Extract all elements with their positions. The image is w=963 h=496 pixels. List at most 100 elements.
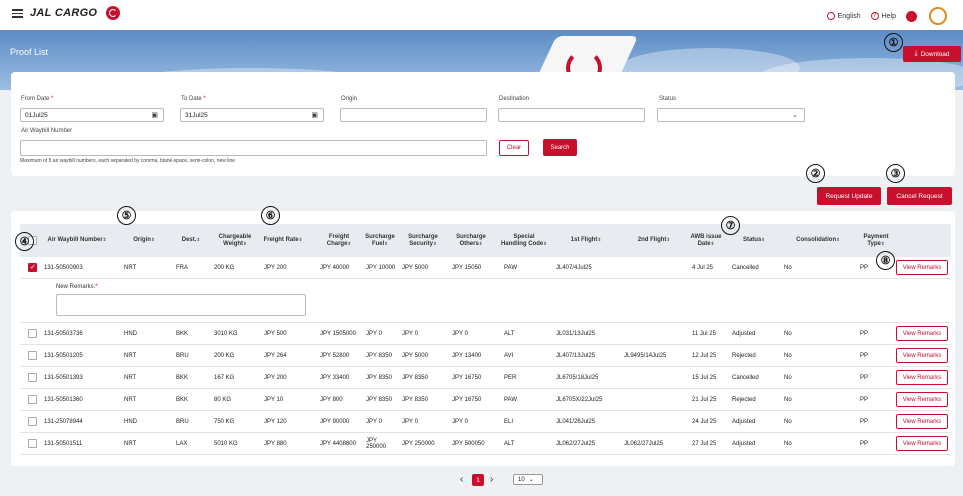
- current-page-button[interactable]: 1: [472, 474, 484, 486]
- sort-icon[interactable]: ⇕: [836, 237, 840, 242]
- new-remarks-input[interactable]: [56, 294, 306, 316]
- column-header[interactable]: Chargeable Weight⇕: [210, 224, 260, 257]
- column-header[interactable]: 2nd Flight⇕: [620, 224, 688, 257]
- sort-icon[interactable]: ⇕: [103, 237, 107, 242]
- view-remarks-button[interactable]: View Remarks: [896, 392, 948, 407]
- table-cell: Cancelled: [732, 375, 759, 381]
- clear-button[interactable]: Clear: [499, 140, 529, 156]
- table-cell: FRA: [176, 265, 188, 271]
- column-header[interactable]: Freight Rate⇕: [260, 224, 306, 257]
- next-page-button[interactable]: ›: [490, 473, 493, 487]
- view-remarks-button[interactable]: View Remarks: [896, 414, 948, 429]
- from-date-input[interactable]: 01Jul25 ▣: [20, 108, 164, 122]
- table-cell: JPY 200: [264, 375, 287, 381]
- user-avatar[interactable]: [929, 7, 947, 25]
- cancel-request-button[interactable]: Cancel Request: [887, 187, 952, 205]
- chevron-down-icon: ⌄: [792, 112, 798, 119]
- row-checkbox[interactable]: [28, 263, 37, 272]
- view-remarks-button[interactable]: View Remarks: [896, 260, 948, 275]
- sort-icon[interactable]: ⇕: [243, 241, 247, 246]
- hamburger-menu-icon[interactable]: [12, 9, 23, 18]
- view-remarks-button[interactable]: View Remarks: [896, 348, 948, 363]
- sort-icon[interactable]: ⇕: [151, 237, 155, 242]
- table-cell: ELI: [504, 419, 514, 425]
- table-cell: 131-50501205: [44, 353, 83, 359]
- calendar-icon[interactable]: ▣: [311, 111, 318, 119]
- to-date-input[interactable]: 31Jul25 ▣: [180, 108, 324, 122]
- view-remarks-button[interactable]: View Remarks: [896, 436, 948, 451]
- table-cell: ALT: [504, 441, 515, 447]
- column-header[interactable]: Special Handling Code⇕: [500, 224, 548, 257]
- prev-page-button[interactable]: ‹: [460, 473, 463, 487]
- table-row: 131-50501511 NRT LAX 5010 KG JPY 880 JPY 4408…: [20, 433, 951, 455]
- column-header-label: 2nd Flight⇕: [637, 237, 671, 244]
- sort-icon[interactable]: ⇕: [543, 241, 547, 246]
- column-header[interactable]: Consolidation⇕: [780, 224, 856, 257]
- language-selector[interactable]: English: [826, 12, 861, 20]
- column-header[interactable]: Freight Charge⇕: [316, 224, 362, 257]
- sort-icon[interactable]: ⇕: [433, 241, 437, 246]
- table-cell: No: [784, 419, 792, 425]
- request-update-button[interactable]: Request Update: [817, 187, 881, 205]
- awb-number-input[interactable]: [20, 140, 487, 156]
- jal-cargo-logo[interactable]: JAL CARGO: [30, 7, 97, 19]
- table-row: 131-50501205 NRT BRU 200 KG JPY 264 JPY 52800…: [20, 345, 951, 367]
- row-checkbox[interactable]: [28, 329, 37, 338]
- sort-icon[interactable]: ⇕: [299, 237, 303, 242]
- to-date-value: 31Jul25: [185, 112, 208, 119]
- column-header[interactable]: Surcharge Security⇕: [398, 224, 448, 257]
- table-cell: JPY 250000: [402, 441, 435, 447]
- table-header: Air Waybill Number⇕ Origin⇕ Dest.⇕ Chargeab…: [20, 224, 951, 257]
- sort-icon[interactable]: ⇕: [881, 241, 885, 246]
- sort-icon[interactable]: ⇕: [666, 237, 670, 242]
- language-label: English: [837, 12, 861, 20]
- table-cell: JL031/13Jul25: [556, 331, 596, 337]
- table-cell: JPY 16750: [452, 375, 482, 381]
- column-header[interactable]: Surcharge Fuel⇕: [362, 224, 398, 257]
- row-checkbox[interactable]: [28, 395, 37, 404]
- sort-icon[interactable]: ⇕: [347, 241, 351, 246]
- sort-icon[interactable]: ⇕: [597, 237, 601, 242]
- table-cell: Rejected: [732, 397, 756, 403]
- destination-input[interactable]: [498, 108, 645, 122]
- table-cell: JPY 120: [264, 419, 287, 425]
- row-checkbox[interactable]: [28, 417, 37, 426]
- column-header[interactable]: 1st Flight⇕: [552, 224, 620, 257]
- new-remarks-label: New Remarks:*: [56, 284, 98, 290]
- table-cell: PP: [860, 375, 869, 381]
- origin-input[interactable]: [340, 108, 487, 122]
- table-cell: Adjusted: [732, 441, 756, 447]
- column-header[interactable]: Surcharge Others⇕: [448, 224, 494, 257]
- page-size-select[interactable]: 10 ⌄: [513, 474, 543, 485]
- table-cell: 27 Jul 25: [692, 441, 717, 447]
- sort-icon[interactable]: ⇕: [761, 237, 765, 242]
- status-select[interactable]: ⌄: [657, 108, 805, 122]
- table-cell: HND: [124, 331, 137, 337]
- help-link[interactable]: ? Help: [870, 12, 896, 20]
- column-header[interactable]: Air Waybill Number⇕: [34, 224, 120, 257]
- column-header-label: Freight Rate⇕: [263, 237, 303, 244]
- download-icon: ⤓: [914, 50, 918, 57]
- search-button[interactable]: Search: [543, 139, 577, 156]
- sort-icon[interactable]: ⇕: [196, 237, 200, 242]
- table-cell: 750 KG: [214, 419, 235, 425]
- view-remarks-button[interactable]: View Remarks: [896, 370, 948, 385]
- calendar-icon[interactable]: ▣: [151, 111, 158, 119]
- column-header[interactable]: AWB issue Date⇕: [688, 224, 724, 257]
- annotation-marker-5: ⑤: [117, 206, 136, 225]
- view-remarks-button[interactable]: View Remarks: [896, 326, 948, 341]
- sort-icon[interactable]: ⇕: [384, 241, 388, 246]
- table-cell: JPY 10000: [366, 265, 396, 271]
- sort-icon[interactable]: ⇕: [711, 241, 715, 246]
- column-header[interactable]: Origin⇕: [120, 224, 168, 257]
- japan-flag-icon[interactable]: [906, 10, 917, 22]
- column-header[interactable]: Dest.⇕: [172, 224, 210, 257]
- table-cell: JPY 16750: [452, 397, 482, 403]
- table-cell: JPY 10: [264, 397, 284, 403]
- row-checkbox[interactable]: [28, 351, 37, 360]
- table-cell: Adjusted: [732, 419, 756, 425]
- row-checkbox[interactable]: [28, 439, 37, 448]
- sort-icon[interactable]: ⇕: [479, 241, 483, 246]
- download-button[interactable]: ⤓ Download: [903, 46, 961, 62]
- row-checkbox[interactable]: [28, 373, 37, 382]
